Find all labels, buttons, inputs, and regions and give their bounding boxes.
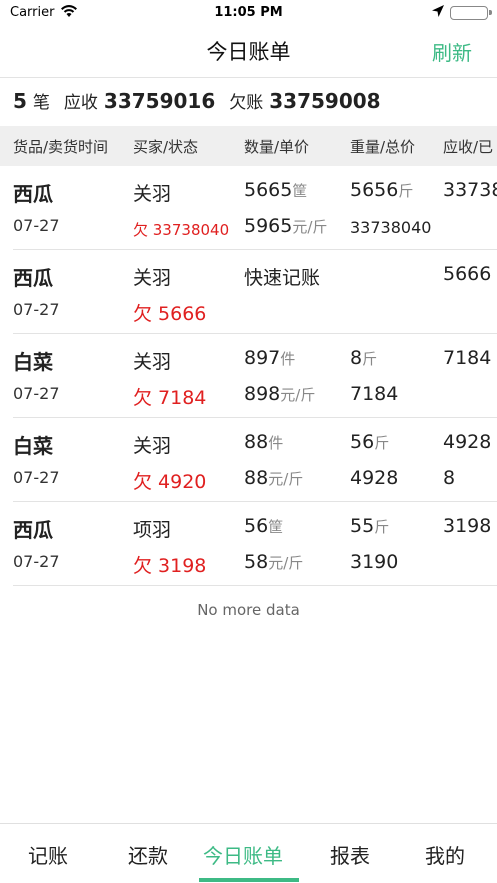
unit-price: 898元/斤: [244, 383, 316, 405]
table-row[interactable]: 西瓜 07-27 项羽 欠 3198 56筐 58元/斤 55斤 3190 31…: [13, 502, 497, 586]
tab-mine[interactable]: 我的: [425, 840, 465, 869]
unit-price: 58元/斤: [244, 551, 304, 573]
active-tab-indicator: [199, 878, 299, 882]
sale-date: 07-27: [13, 216, 60, 235]
goods-name: 西瓜: [13, 182, 53, 206]
buyer-name: 项羽: [133, 519, 172, 541]
unit-price: 5965元/斤: [244, 215, 328, 237]
sale-date: 07-27: [13, 300, 60, 319]
total-price: 4928: [350, 467, 399, 489]
weight: 55斤: [350, 515, 390, 537]
weight: 56斤: [350, 431, 390, 453]
goods-name: 白菜: [13, 350, 53, 374]
header-weight-total: 重量/总价: [350, 138, 416, 156]
location-arrow-icon: [431, 4, 445, 22]
header-receivable: 应收/已: [443, 138, 494, 156]
weight: 8斤: [350, 347, 378, 369]
sale-date: 07-27: [13, 552, 60, 571]
paid-amount: 8: [443, 467, 456, 489]
total-price: 3190: [350, 551, 399, 573]
tab-bar: 记账 还款 今日账单 报表 我的: [0, 823, 497, 883]
buyer-name: 关羽: [133, 351, 172, 373]
owed-total: 33759008: [269, 89, 381, 113]
receivable-amount: 33738: [443, 179, 497, 201]
nav-bar: 今日账单 刷新: [0, 26, 497, 78]
buyer-name: 关羽: [133, 183, 172, 205]
table-row[interactable]: 西瓜 07-27 关羽 欠 33738040 5665筐 5965元/斤 565…: [13, 166, 497, 250]
sale-date: 07-27: [13, 468, 60, 487]
battery-icon: [450, 6, 492, 20]
bill-summary: 5 笔应收 33759016 欠账 33759008: [0, 78, 497, 126]
owed-label: 欠账: [229, 93, 264, 113]
buyer-name: 关羽: [133, 435, 172, 457]
receivable-total: 33759016: [103, 89, 216, 113]
page-title: 今日账单: [206, 40, 291, 64]
total-price: 7184: [350, 383, 399, 405]
owe-status: 欠 33738040: [133, 221, 230, 239]
receivable-amount: 5666: [443, 263, 492, 285]
receivable-amount: 7184: [443, 347, 492, 369]
table-row[interactable]: 西瓜 07-27 关羽 欠 5666 快速记账 5666: [13, 250, 497, 334]
sale-date: 07-27: [13, 384, 60, 403]
owe-status: 欠 5666: [133, 303, 207, 325]
quantity: 88件: [244, 431, 284, 453]
owe-status: 欠 7184: [133, 387, 207, 409]
bill-list: 西瓜 07-27 关羽 欠 33738040 5665筐 5965元/斤 565…: [0, 166, 497, 586]
status-bar: Carrier 11:05 PM: [0, 0, 497, 26]
table-row[interactable]: 白菜 07-27 关羽 欠 7184 897件 898元/斤 8斤 7184 7…: [13, 334, 497, 418]
unit-price: 88元/斤: [244, 467, 304, 489]
tab-report[interactable]: 报表: [330, 840, 370, 869]
quick-entry-label: 快速记账: [244, 267, 321, 289]
refresh-button[interactable]: 刷新: [432, 37, 472, 66]
quantity: 5665筐: [244, 179, 308, 201]
header-buyer-status: 买家/状态: [133, 138, 199, 156]
receivable-label: 应收: [63, 93, 98, 113]
bill-count: 5: [13, 89, 27, 113]
clock: 11:05 PM: [214, 5, 283, 20]
tab-today-bill[interactable]: 今日账单: [203, 840, 283, 869]
list-end-message: No more data: [197, 601, 300, 619]
bill-count-unit: 笔: [32, 93, 50, 113]
tab-record[interactable]: 记账: [28, 840, 68, 869]
receivable-amount: 3198: [443, 515, 492, 537]
header-qty-price: 数量/单价: [244, 138, 310, 156]
goods-name: 西瓜: [13, 266, 53, 290]
table-header: 货品/卖货时间 买家/状态 数量/单价 重量/总价 应收/已: [0, 126, 497, 166]
owe-status: 欠 3198: [133, 555, 207, 577]
buyer-name: 关羽: [133, 267, 172, 289]
receivable-amount: 4928: [443, 431, 492, 453]
table-row[interactable]: 白菜 07-27 关羽 欠 4920 88件 88元/斤 56斤 4928 49…: [13, 418, 497, 502]
total-price: 33738040: [350, 218, 432, 237]
goods-name: 白菜: [13, 434, 53, 458]
owe-status: 欠 4920: [133, 471, 207, 493]
quantity: 56筐: [244, 515, 284, 537]
weight: 5656斤: [350, 179, 414, 201]
tab-repay[interactable]: 还款: [128, 840, 168, 869]
goods-name: 西瓜: [13, 518, 53, 542]
quantity: 897件: [244, 347, 296, 369]
header-goods-time: 货品/卖货时间: [13, 138, 109, 156]
